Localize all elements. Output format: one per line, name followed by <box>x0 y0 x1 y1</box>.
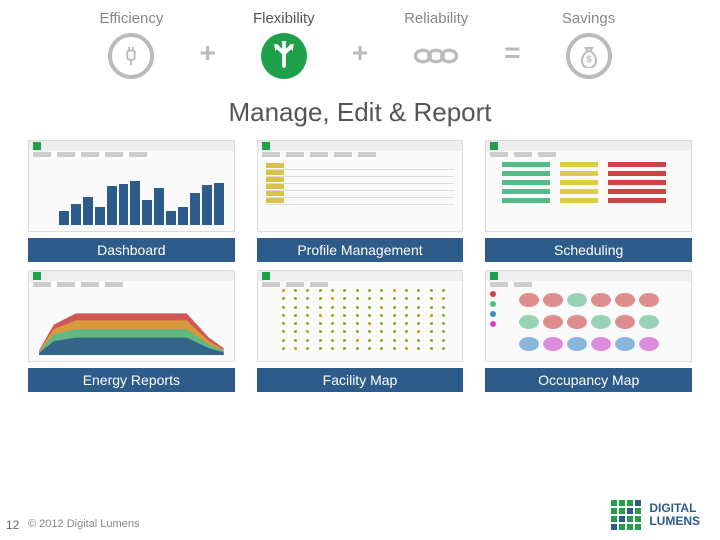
panel-caption: Energy Reports <box>28 368 235 392</box>
brand-name: DIGITAL LUMENS <box>649 502 700 528</box>
energy-thumbnail <box>28 270 235 362</box>
plug-icon <box>108 33 154 79</box>
benefit-efficiency: Efficiency <box>81 10 181 79</box>
benefit-flexibility: Flexibility <box>234 10 334 79</box>
branching-arrows-icon <box>261 33 307 79</box>
panel-facility-map: Facility Map <box>257 270 464 392</box>
panel-caption: Profile Management <box>257 238 464 262</box>
copyright: © 2012 Digital Lumens <box>28 518 139 530</box>
panel-caption: Occupancy Map <box>485 368 692 392</box>
panel-energy-reports: Energy Reports <box>28 270 235 392</box>
brand-line: LUMENS <box>649 515 700 528</box>
panel-caption: Facility Map <box>257 368 464 392</box>
benefit-label: Savings <box>562 10 615 27</box>
money-bag-icon: $ <box>566 33 612 79</box>
panel-dashboard: Dashboard <box>28 140 235 262</box>
brand-logo: DIGITAL LUMENS <box>611 500 700 530</box>
benefit-label: Reliability <box>404 10 468 27</box>
facility-thumbnail <box>257 270 464 362</box>
benefit-label: Efficiency <box>99 10 163 27</box>
page-number: 12 <box>6 518 19 532</box>
benefits-row: Efficiency + Flexibility + Reliability =… <box>0 0 720 79</box>
benefit-label: Flexibility <box>253 10 315 27</box>
plus-icon: + <box>199 37 215 79</box>
occupancy-thumbnail <box>485 270 692 362</box>
equals-icon: = <box>504 37 520 79</box>
dashboard-thumbnail <box>28 140 235 232</box>
section-title: Manage, Edit & Report <box>0 97 720 128</box>
scheduling-thumbnail <box>485 140 692 232</box>
plus-icon: + <box>352 37 368 79</box>
panel-caption: Dashboard <box>28 238 235 262</box>
brand-mark-icon <box>611 500 641 530</box>
panel-profile-management: Profile Management <box>257 140 464 262</box>
panel-scheduling: Scheduling <box>485 140 692 262</box>
svg-text:$: $ <box>586 54 591 64</box>
benefit-reliability: Reliability <box>386 10 486 79</box>
panel-occupancy-map: Occupancy Map <box>485 270 692 392</box>
benefit-savings: Savings $ <box>539 10 639 79</box>
profile-thumbnail <box>257 140 464 232</box>
chain-link-icon <box>413 33 459 79</box>
panel-caption: Scheduling <box>485 238 692 262</box>
panels-grid: Dashboard Profile Management Scheduling <box>0 140 720 392</box>
